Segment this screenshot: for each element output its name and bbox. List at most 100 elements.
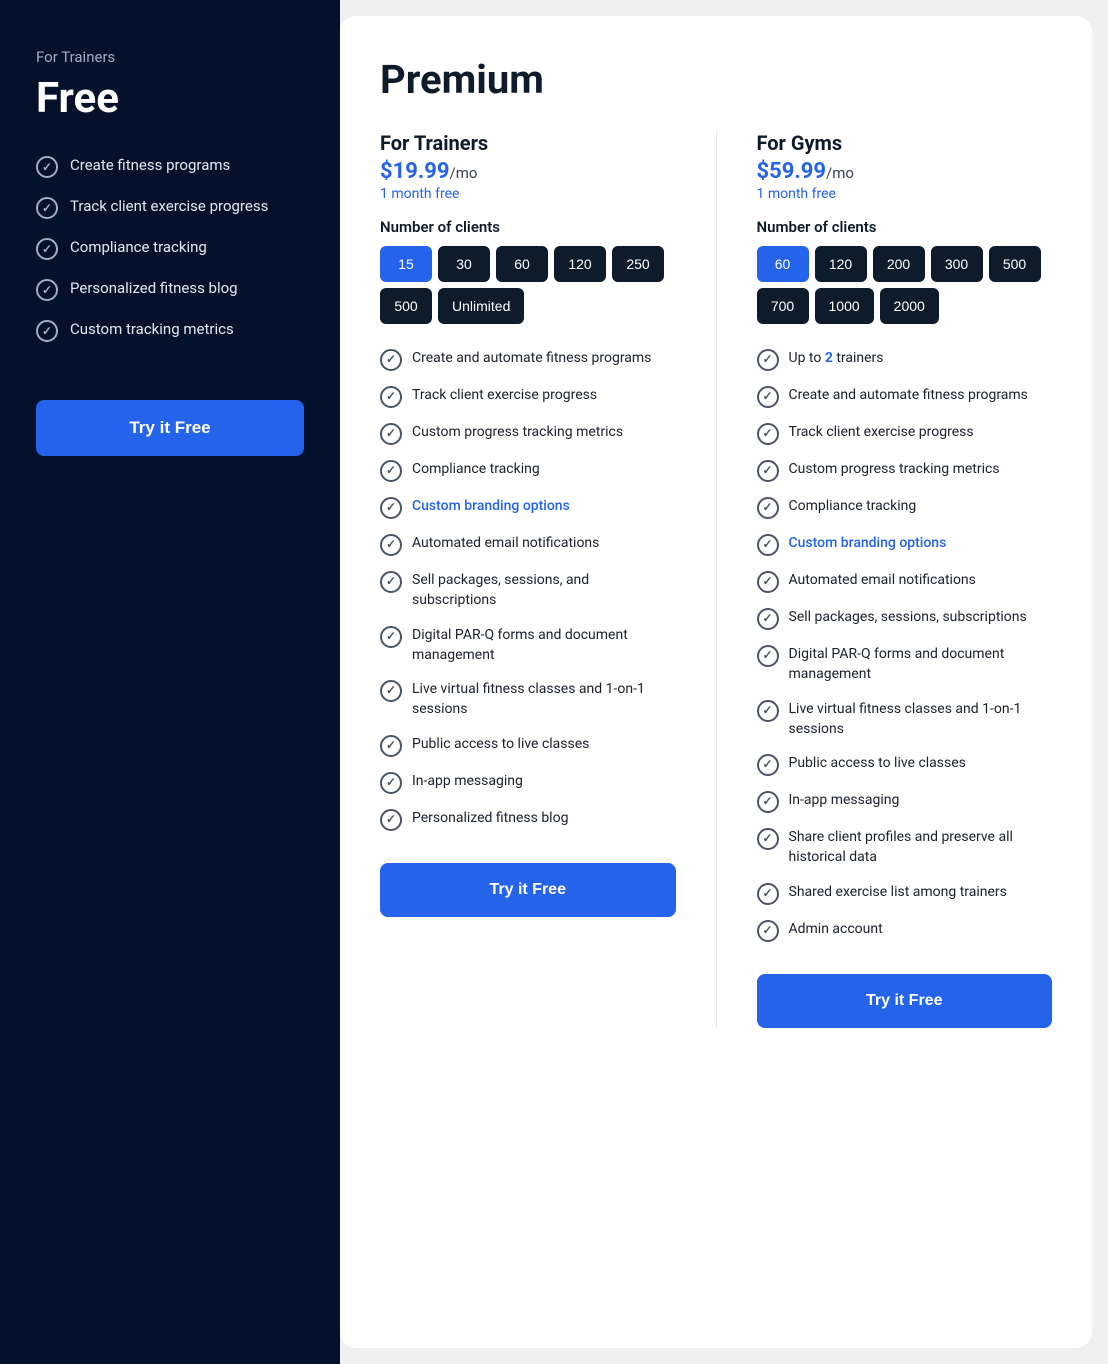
- trainers-free-month: 1 month free: [380, 186, 676, 202]
- client-option-120[interactable]: 120: [554, 246, 606, 282]
- client-option-500[interactable]: 500: [989, 246, 1041, 282]
- check-icon: [757, 645, 779, 667]
- list-item: Custom progress tracking metrics: [757, 459, 1053, 482]
- check-icon: [380, 349, 402, 371]
- check-icon: [36, 197, 58, 219]
- feature-text: Automated email notifications: [412, 533, 599, 553]
- list-item: Create fitness programs: [36, 155, 304, 178]
- gyms-column: For Gyms $59.99/mo 1 month free Number o…: [757, 131, 1053, 1028]
- check-icon: [757, 920, 779, 942]
- list-item: Public access to live classes: [380, 734, 676, 757]
- check-icon: [380, 735, 402, 757]
- trainers-try-button[interactable]: Try it Free: [380, 863, 676, 917]
- check-icon: [757, 754, 779, 776]
- list-item: Admin account: [757, 919, 1053, 942]
- gyms-try-button[interactable]: Try it Free: [757, 974, 1053, 1028]
- trainers-feature-list: Create and automate fitness programs Tra…: [380, 348, 676, 831]
- feature-text: Sell packages, sessions, subscriptions: [789, 607, 1027, 627]
- trainers-column: For Trainers $19.99/mo 1 month free Numb…: [380, 131, 676, 1028]
- check-icon: [36, 238, 58, 260]
- check-icon: [757, 349, 779, 371]
- feature-text: Custom progress tracking metrics: [789, 459, 1000, 479]
- check-icon: [380, 680, 402, 702]
- client-option-250[interactable]: 250: [612, 246, 664, 282]
- client-option-120[interactable]: 120: [815, 246, 867, 282]
- trainers-price-value: $19.99: [380, 159, 450, 184]
- client-option-200[interactable]: 200: [873, 246, 925, 282]
- free-plan-name: Free: [36, 74, 304, 123]
- check-icon: [757, 700, 779, 722]
- list-item: Digital PAR-Q forms and document managem…: [757, 644, 1053, 685]
- client-option-700[interactable]: 700: [757, 288, 809, 324]
- gyms-per-mo: /mo: [826, 164, 854, 182]
- feature-text: Track client exercise progress: [412, 385, 597, 405]
- feature-text: Share client profiles and preserve all h…: [789, 827, 1053, 868]
- gyms-free-month: 1 month free: [757, 186, 1053, 202]
- premium-plan-panel: Premium For Trainers $19.99/mo 1 month f…: [340, 16, 1092, 1348]
- list-item: In-app messaging: [757, 790, 1053, 813]
- client-option-300[interactable]: 300: [931, 246, 983, 282]
- client-option-30[interactable]: 30: [438, 246, 490, 282]
- client-option-60[interactable]: 60: [757, 246, 809, 282]
- list-item: Create and automate fitness programs: [757, 385, 1053, 408]
- check-icon: [757, 791, 779, 813]
- feature-text: Digital PAR-Q forms and document managem…: [789, 644, 1053, 685]
- list-item: Shared exercise list among trainers: [757, 882, 1053, 905]
- list-item: Track client exercise progress: [757, 422, 1053, 445]
- feature-text: Shared exercise list among trainers: [789, 882, 1007, 902]
- check-icon: [757, 828, 779, 850]
- list-item: Sell packages, sessions, subscriptions: [757, 607, 1053, 630]
- check-icon: [757, 386, 779, 408]
- free-for-label: For Trainers: [36, 48, 304, 66]
- free-try-button[interactable]: Try it Free: [36, 400, 304, 456]
- gyms-price: $59.99/mo: [757, 159, 1053, 184]
- feature-text: Compliance tracking: [70, 237, 207, 258]
- trainers-price: $19.99/mo: [380, 159, 676, 184]
- client-option-unlimited[interactable]: Unlimited: [438, 288, 524, 324]
- list-item: Track client exercise progress: [380, 385, 676, 408]
- check-icon: [757, 571, 779, 593]
- feature-text: Compliance tracking: [412, 459, 540, 479]
- list-item: Custom branding options: [757, 533, 1053, 556]
- check-icon: [380, 386, 402, 408]
- free-feature-list: Create fitness programs Track client exe…: [36, 155, 304, 360]
- feature-text: Up to 2 trainers: [789, 348, 884, 368]
- check-icon: [36, 156, 58, 178]
- list-item: Compliance tracking: [757, 496, 1053, 519]
- feature-text: Personalized fitness blog: [412, 808, 568, 828]
- list-item: Track client exercise progress: [36, 196, 304, 219]
- trainers-per-mo: /mo: [450, 164, 478, 182]
- list-item: Personalized fitness blog: [36, 278, 304, 301]
- check-icon: [380, 772, 402, 794]
- premium-title: Premium: [380, 56, 1052, 103]
- check-icon: [380, 534, 402, 556]
- feature-text: Custom progress tracking metrics: [412, 422, 623, 442]
- client-option-1000[interactable]: 1000: [815, 288, 874, 324]
- gyms-client-grid: 60 120 200 300 500 700 1000 2000: [757, 246, 1053, 324]
- client-option-15[interactable]: 15: [380, 246, 432, 282]
- feature-text: In-app messaging: [789, 790, 900, 810]
- client-option-2000[interactable]: 2000: [880, 288, 939, 324]
- feature-text: Create fitness programs: [70, 155, 230, 176]
- list-item: Live virtual fitness classes and 1-on-1 …: [380, 679, 676, 720]
- list-item: Custom tracking metrics: [36, 319, 304, 342]
- feature-text: Custom tracking metrics: [70, 319, 234, 340]
- list-item: Sell packages, sessions, and subscriptio…: [380, 570, 676, 611]
- feature-text: Create and automate fitness programs: [412, 348, 651, 368]
- gyms-price-value: $59.99: [757, 159, 827, 184]
- feature-text: Live virtual fitness classes and 1-on-1 …: [412, 679, 676, 720]
- list-item: Compliance tracking: [380, 459, 676, 482]
- list-item: Compliance tracking: [36, 237, 304, 260]
- feature-text: Track client exercise progress: [70, 196, 268, 217]
- check-icon: [36, 279, 58, 301]
- client-option-60[interactable]: 60: [496, 246, 548, 282]
- feature-text: Automated email notifications: [789, 570, 976, 590]
- list-item: Automated email notifications: [380, 533, 676, 556]
- list-item: Share client profiles and preserve all h…: [757, 827, 1053, 868]
- client-option-500[interactable]: 500: [380, 288, 432, 324]
- check-icon: [757, 497, 779, 519]
- feature-text-highlight: Custom branding options: [789, 533, 947, 553]
- feature-text-highlight: Custom branding options: [412, 496, 570, 516]
- check-icon: [380, 571, 402, 593]
- check-icon: [380, 497, 402, 519]
